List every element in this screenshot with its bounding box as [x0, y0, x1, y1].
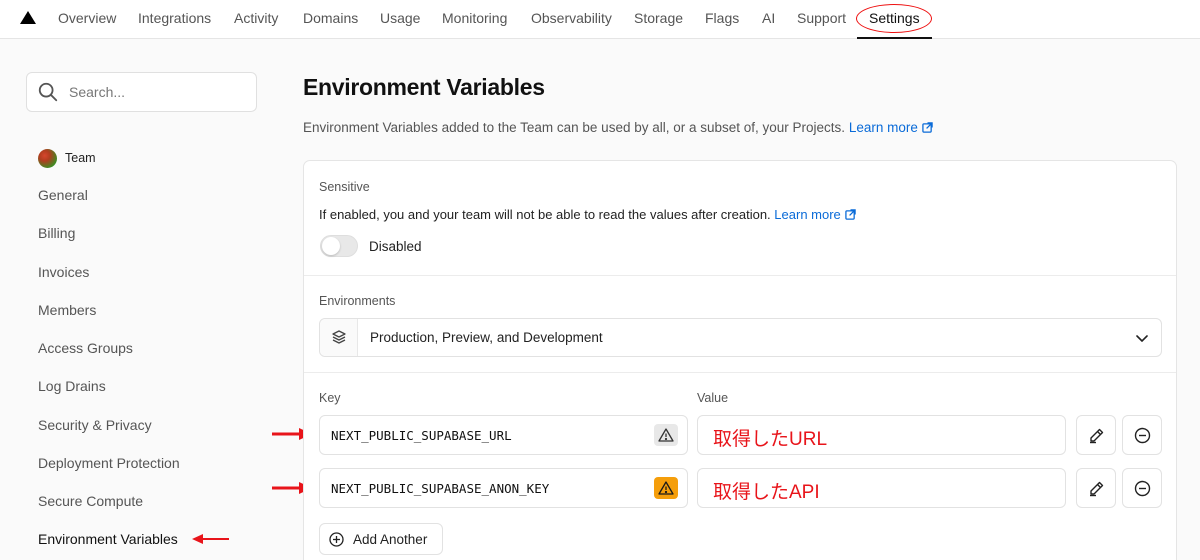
sidebar-item-invoices[interactable]: Invoices	[38, 264, 89, 280]
sidebar-item-log-drains[interactable]: Log Drains	[38, 378, 106, 394]
sidebar-item-secure-compute[interactable]: Secure Compute	[38, 493, 143, 509]
tab-monitoring[interactable]: Monitoring	[442, 9, 507, 27]
toggle-knob	[322, 237, 340, 255]
external-link-icon	[922, 122, 933, 133]
search-input[interactable]: Search...	[69, 84, 125, 100]
sensitive-description: If enabled, you and your team will not b…	[319, 207, 856, 222]
tab-support[interactable]: Support	[797, 9, 846, 27]
warning-badge[interactable]	[654, 477, 678, 499]
sensitive-description-text: If enabled, you and your team will not b…	[319, 207, 771, 222]
warning-icon	[658, 481, 674, 495]
environments-select[interactable]: Production, Preview, and Development	[319, 318, 1162, 357]
sensitive-learn-more-link[interactable]: Learn more	[774, 207, 856, 222]
tab-ai[interactable]: AI	[762, 9, 775, 27]
key-input[interactable]: NEXT_PUBLIC_SUPABASE_URL	[319, 415, 688, 455]
search-icon	[38, 82, 58, 102]
team-label: Team	[65, 151, 96, 165]
value-input[interactable]: 取得したURL	[697, 415, 1066, 455]
page-description: Environment Variables added to the Team …	[303, 120, 933, 135]
pencil-icon	[1090, 428, 1104, 444]
edit-button[interactable]	[1076, 415, 1116, 455]
page-description-text: Environment Variables added to the Team …	[303, 120, 846, 135]
add-another-label: Add Another	[353, 532, 428, 547]
sensitive-toggle[interactable]	[320, 235, 358, 257]
remove-button[interactable]	[1122, 415, 1162, 455]
sidebar-item-deployment-protection[interactable]: Deployment Protection	[38, 455, 180, 471]
key-value: NEXT_PUBLIC_SUPABASE_URL	[331, 428, 512, 443]
environments-selected: Production, Preview, and Development	[370, 330, 603, 345]
plus-circle-icon	[329, 532, 344, 547]
environments-label: Environments	[319, 294, 396, 308]
tab-activity[interactable]: Activity	[234, 9, 278, 27]
value-input[interactable]: 取得したAPI	[697, 468, 1066, 508]
sidebar-item-environment-variables[interactable]: Environment Variables	[38, 531, 178, 547]
sidebar-item-access-groups[interactable]: Access Groups	[38, 340, 133, 356]
key-value: NEXT_PUBLIC_SUPABASE_ANON_KEY	[331, 481, 550, 496]
minus-circle-icon	[1134, 480, 1151, 497]
annotation-ellipse	[856, 4, 932, 33]
section-divider	[304, 372, 1176, 373]
key-header: Key	[319, 391, 341, 405]
key-input[interactable]: NEXT_PUBLIC_SUPABASE_ANON_KEY	[319, 468, 688, 508]
warning-badge[interactable]	[654, 424, 678, 446]
external-link-icon	[845, 209, 856, 220]
value-text: 取得したAPI	[713, 482, 820, 503]
chevron-down-icon	[1136, 335, 1148, 342]
active-tab-indicator	[857, 37, 932, 39]
pencil-icon	[1090, 481, 1104, 497]
value-text: 取得したURL	[713, 429, 828, 450]
env-var-form-card: Sensitive If enabled, you and your team …	[303, 160, 1177, 560]
edit-button[interactable]	[1076, 468, 1116, 508]
sensitive-label: Sensitive	[319, 180, 370, 194]
warning-icon	[658, 428, 674, 442]
tab-domains[interactable]: Domains	[303, 9, 358, 27]
team-avatar	[38, 149, 57, 168]
layers-icon-box	[320, 319, 358, 356]
layers-icon	[332, 330, 346, 344]
sidebar-item-billing[interactable]: Billing	[38, 225, 75, 241]
tab-observability[interactable]: Observability	[531, 9, 612, 27]
top-nav: Overview Integrations Activity Domains U…	[0, 0, 1200, 39]
search-box[interactable]: Search...	[26, 72, 257, 112]
sensitive-learn-more-label: Learn more	[774, 207, 841, 222]
learn-more-link[interactable]: Learn more	[849, 120, 933, 135]
section-divider	[304, 275, 1176, 276]
remove-button[interactable]	[1122, 468, 1162, 508]
annotation-arrow-left-icon	[192, 534, 229, 544]
tab-flags[interactable]: Flags	[705, 9, 739, 27]
tab-overview[interactable]: Overview	[58, 9, 116, 27]
add-another-button[interactable]: Add Another	[319, 523, 443, 555]
tab-storage[interactable]: Storage	[634, 9, 683, 27]
sidebar-item-security-privacy[interactable]: Security & Privacy	[38, 417, 152, 433]
tab-integrations[interactable]: Integrations	[138, 9, 211, 27]
page-title: Environment Variables	[303, 74, 545, 100]
sidebar-item-general[interactable]: General	[38, 187, 88, 203]
vercel-logo-icon[interactable]	[20, 11, 36, 24]
learn-more-label: Learn more	[848, 120, 918, 135]
tab-usage[interactable]: Usage	[380, 9, 420, 27]
toggle-state-label: Disabled	[369, 239, 422, 254]
sidebar-item-members[interactable]: Members	[38, 302, 96, 318]
minus-circle-icon	[1134, 427, 1151, 444]
value-header: Value	[697, 391, 729, 405]
